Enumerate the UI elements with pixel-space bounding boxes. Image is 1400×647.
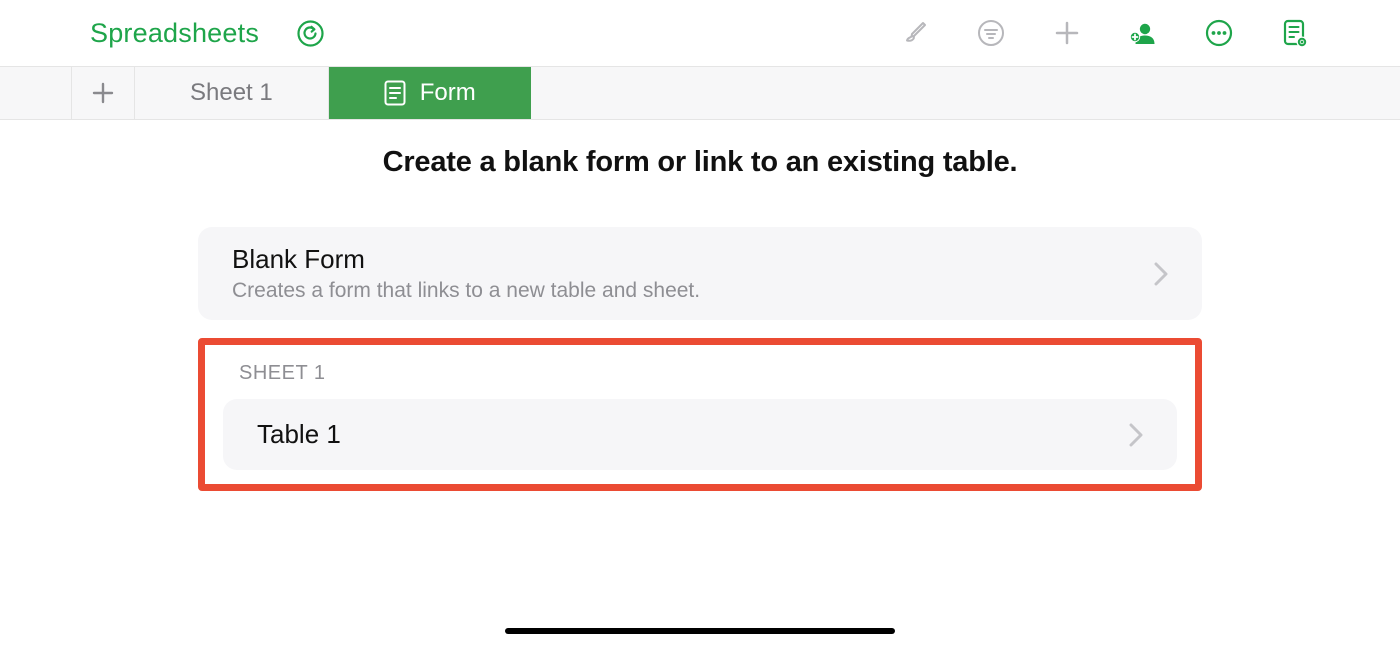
existing-tables-section-highlight: SHEET 1 Table 1 [198, 338, 1202, 491]
collaborate-button[interactable] [1128, 18, 1158, 48]
blank-form-option[interactable]: Blank Form Creates a form that links to … [198, 227, 1202, 320]
tab-label: Form [420, 79, 476, 107]
tab-label: Sheet 1 [190, 79, 273, 107]
format-brush-button[interactable] [900, 18, 930, 48]
page-title: Create a blank form or link to an existi… [0, 146, 1400, 179]
more-button[interactable] [1204, 18, 1234, 48]
form-icon [384, 80, 406, 106]
section-label: SHEET 1 [239, 362, 1177, 385]
form-options-list: Blank Form Creates a form that links to … [198, 227, 1202, 491]
home-indicator[interactable] [505, 628, 895, 634]
option-title: Blank Form [232, 244, 700, 275]
tab-sheet1[interactable]: Sheet 1 [135, 67, 329, 119]
top-toolbar: Spreadsheets [0, 0, 1400, 67]
insert-button[interactable] [1052, 18, 1082, 48]
form-setup-panel: Create a blank form or link to an existi… [0, 120, 1400, 491]
chevron-right-icon [1154, 262, 1168, 286]
tab-spacer [0, 67, 72, 119]
option-subtitle: Creates a form that links to a new table… [232, 279, 700, 303]
add-person-icon [1128, 18, 1158, 48]
option-title: Table 1 [257, 419, 341, 450]
form-preview-icon [1281, 18, 1309, 48]
chevron-right-icon [1129, 423, 1143, 447]
filter-lines-icon [977, 19, 1005, 47]
option-text: Table 1 [257, 419, 341, 450]
table1-option[interactable]: Table 1 [223, 399, 1177, 470]
sheet-tab-bar: Sheet 1 Form [0, 67, 1400, 120]
form-preview-button[interactable] [1280, 18, 1310, 48]
brush-icon [901, 19, 929, 47]
undo-icon [297, 20, 324, 47]
plus-icon [90, 80, 116, 106]
plus-icon [1053, 19, 1081, 47]
add-sheet-button[interactable] [72, 67, 135, 119]
ellipsis-circle-icon [1205, 19, 1233, 47]
undo-button[interactable] [295, 18, 325, 48]
top-toolbar-left: Spreadsheets [90, 18, 325, 49]
tab-form[interactable]: Form [329, 67, 531, 119]
option-text: Blank Form Creates a form that links to … [232, 244, 700, 303]
back-to-spreadsheets-button[interactable]: Spreadsheets [90, 18, 259, 49]
top-toolbar-right [900, 18, 1310, 48]
filter-button[interactable] [976, 18, 1006, 48]
